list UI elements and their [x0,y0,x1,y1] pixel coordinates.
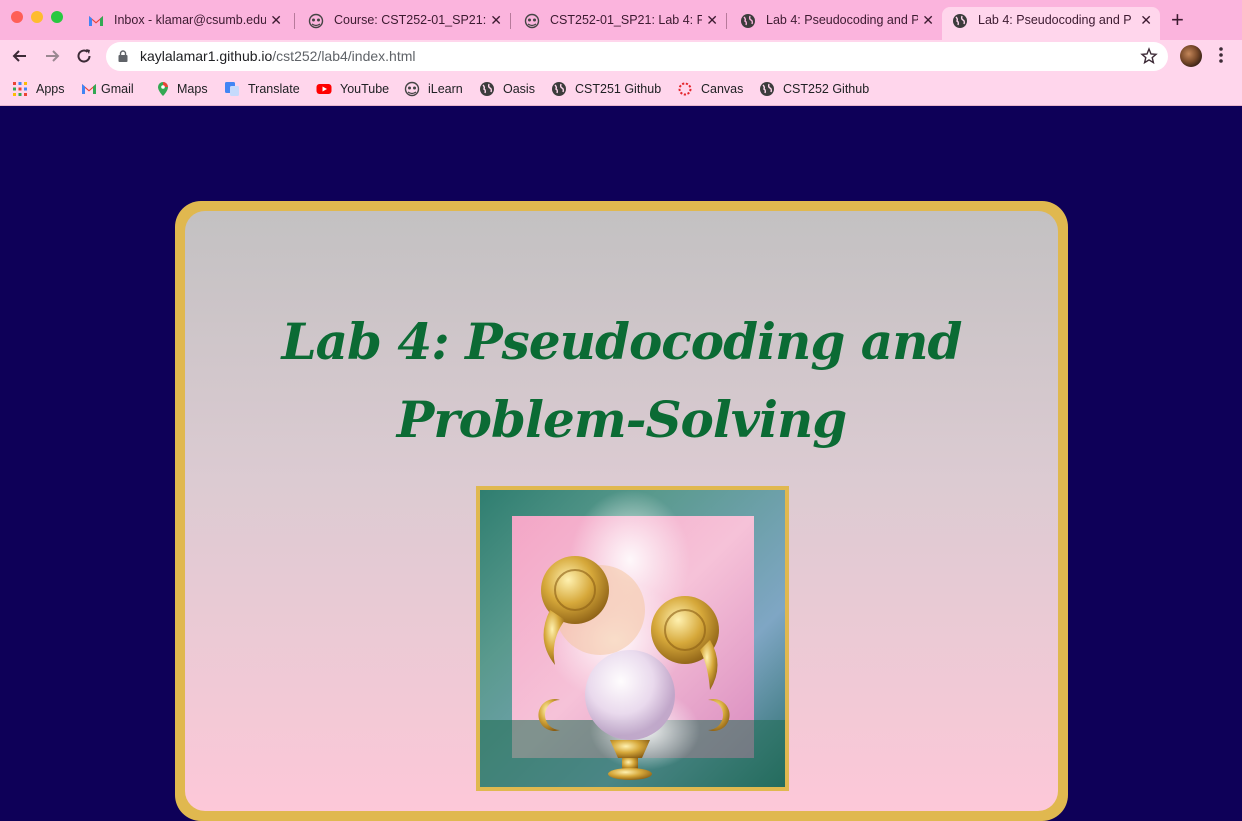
apps-grid-icon [13,82,27,96]
bookmark-label: YouTube [340,82,390,96]
forward-button[interactable] [42,46,62,66]
tab-close-icon[interactable]: ✕ [490,7,502,34]
url-text: kaylalamar1.github.io/cst252/lab4/index.… [140,42,416,71]
youtube-icon [316,84,332,94]
bookmark-ilearn[interactable]: iLearn [404,80,463,98]
bookmark-label: iLearn [428,82,463,96]
card-body: Lab 4: Pseudocoding and Problem-Solving [185,211,1058,811]
reload-icon [77,49,91,63]
tab-inbox[interactable]: Inbox - klamar@csumb.edu ✕ [78,7,290,40]
window-zoom-button[interactable] [51,11,63,23]
bookmark-label: CST251 Github [575,82,662,96]
bookmark-apps[interactable]: Apps [12,80,65,98]
tab-close-icon[interactable]: ✕ [1140,7,1152,34]
globe-icon [741,14,755,28]
tab-close-icon[interactable]: ✕ [270,7,282,34]
tab-close-icon[interactable]: ✕ [922,7,934,34]
tab-title: Lab 4: Pseudocoding and P [766,13,918,27]
tab-title: CST252-01_SP21: Lab 4: P [550,13,702,27]
globe-icon [552,82,566,96]
content-card: Lab 4: Pseudocoding and Problem-Solving [175,201,1068,821]
globe-icon [480,82,494,96]
ilearn-icon [404,81,420,97]
bookmark-label: Translate [248,82,300,96]
bookmark-oasis[interactable]: Oasis [479,80,535,98]
forward-arrow-icon [46,50,60,62]
window-minimize-button[interactable] [31,11,43,23]
new-tab-button[interactable]: + [1171,8,1184,32]
maps-pin-icon [158,82,168,96]
tab-lab4-page[interactable]: Lab 4: Pseudocoding and P ✕ [730,7,942,40]
back-button[interactable] [10,46,30,66]
bookmark-translate[interactable]: Translate [224,80,300,98]
ilearn-icon [308,13,324,29]
more-vert-icon [1219,47,1223,63]
translate-icon [225,82,239,96]
tab-separator [726,13,727,29]
address-bar[interactable]: kaylalamar1.github.io/cst252/lab4/index.… [106,42,1168,71]
page-title: Lab 4: Pseudocoding and Problem-Solving [185,303,1058,459]
web-page: Lab 4: Pseudocoding and Problem-Solving [0,106,1242,821]
window-close-button[interactable] [11,11,23,23]
globe-icon [760,82,774,96]
bookmark-star-icon[interactable] [1140,47,1158,65]
ilearn-icon [524,13,540,29]
bookmark-label: Apps [36,82,65,96]
url-path: /cst252/lab4/index.html [272,48,416,64]
bookmark-maps[interactable]: Maps [155,80,208,98]
bookmark-gmail[interactable]: Gmail [81,80,134,98]
tab-strip: Inbox - klamar@csumb.edu ✕ Course: CST25… [0,0,1242,40]
profile-avatar[interactable] [1180,45,1202,67]
bookmark-cst251-github[interactable]: CST251 Github [551,80,661,98]
bookmark-cst252-github[interactable]: CST252 Github [759,80,869,98]
back-arrow-icon [12,50,26,62]
tab-title: Inbox - klamar@csumb.edu [114,13,266,27]
bookmark-label: Oasis [503,82,535,96]
reload-button[interactable] [74,46,94,66]
lock-icon[interactable] [118,50,128,62]
canvas-icon [678,82,692,96]
page-title-line-1: Lab 4: Pseudocoding and [281,312,963,371]
tab-title: Lab 4: Pseudocoding and P [978,13,1132,27]
bookmark-label: Maps [177,82,208,96]
tab-close-icon[interactable]: ✕ [706,7,718,34]
gmail-icon [89,16,103,26]
bookmark-label: Gmail [101,82,134,96]
crystal-ball-illustration [480,490,785,787]
page-title-line-2: Problem-Solving [396,390,848,449]
url-host: kaylalamar1.github.io [140,48,273,64]
bookmark-label: Canvas [701,82,744,96]
gmail-icon [82,84,96,94]
globe-icon [953,14,967,28]
tab-separator [510,13,511,29]
tab-title: Course: CST252-01_SP21: S [334,13,486,27]
tab-lab4-active[interactable]: Lab 4: Pseudocoding and P ✕ [942,7,1160,40]
browser-toolbar: kaylalamar1.github.io/cst252/lab4/index.… [0,40,1242,73]
tab-separator [294,13,295,29]
bookmark-label: CST252 Github [783,82,870,96]
tab-lab4-ilearn[interactable]: CST252-01_SP21: Lab 4: P ✕ [514,7,726,40]
bookmark-youtube[interactable]: YouTube [316,80,389,98]
hero-image-frame [476,486,789,791]
crystal-ball-image [480,490,785,787]
bookmarks-bar: Apps Gmail Maps Translate YouTube iLearn… [0,73,1242,106]
menu-button[interactable] [1217,45,1225,69]
bookmark-canvas[interactable]: Canvas [677,80,743,98]
tab-course[interactable]: Course: CST252-01_SP21: S ✕ [298,7,510,40]
